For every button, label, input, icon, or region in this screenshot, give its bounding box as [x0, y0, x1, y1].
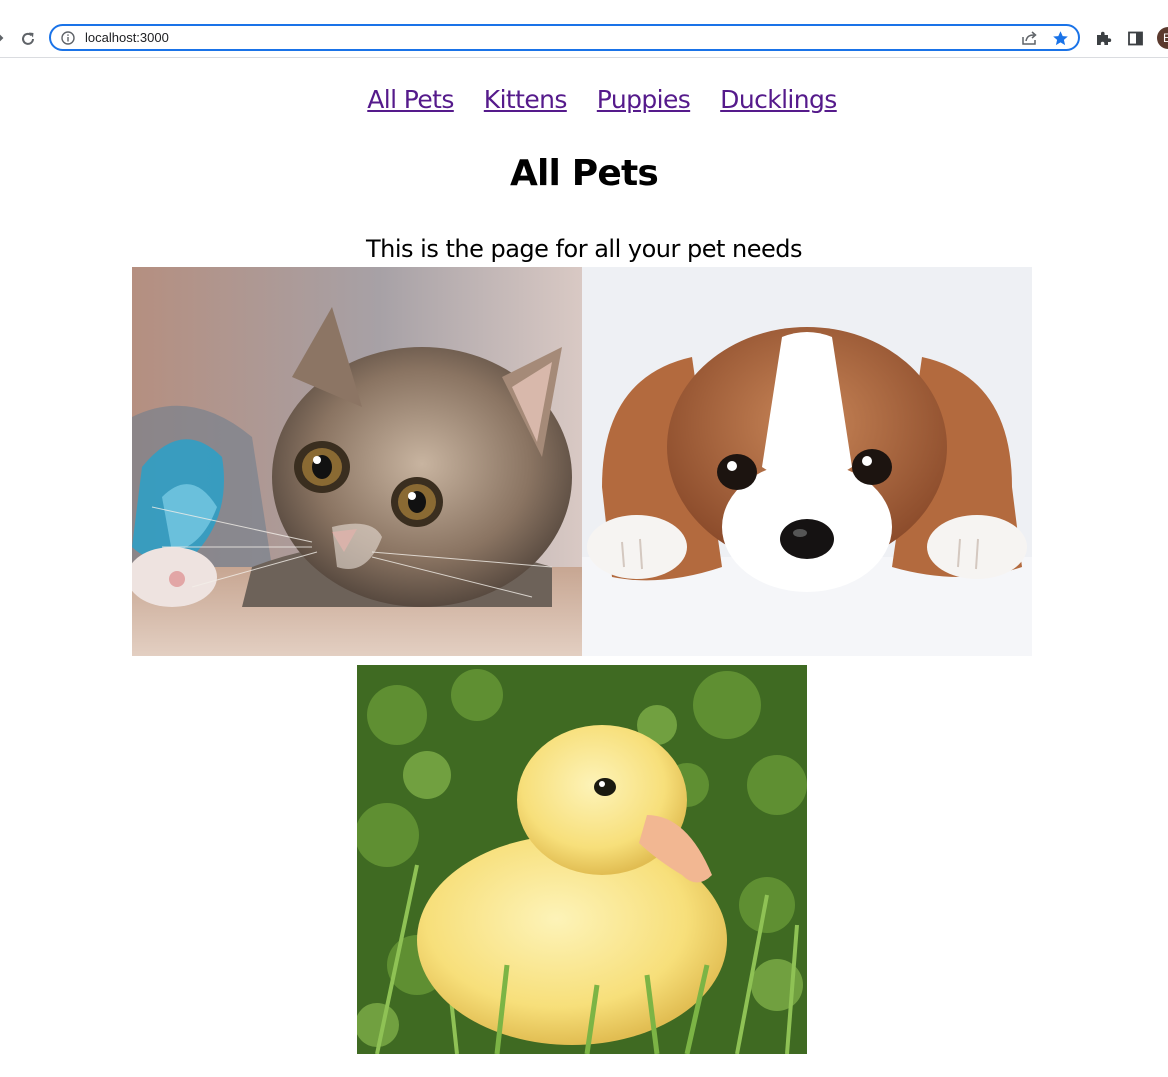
- extensions-icon[interactable]: [1095, 30, 1112, 47]
- nav-link-all-pets[interactable]: All Pets: [367, 82, 454, 122]
- nav-link-kittens[interactable]: Kittens: [484, 82, 568, 122]
- duckling-photo: [357, 665, 807, 1054]
- star-icon[interactable]: [1052, 30, 1069, 47]
- page-title: All Pets: [509, 153, 659, 194]
- nav-link-ducklings[interactable]: Ducklings: [720, 82, 837, 122]
- url-text[interactable]: localhost:3000: [85, 29, 169, 46]
- page-subtitle: This is the page for all your pet needs: [366, 235, 802, 263]
- browser-toolbar: localhost:3000 E: [0, 0, 1168, 58]
- info-icon[interactable]: [61, 31, 75, 45]
- kitten-photo: [132, 267, 582, 656]
- side-panel-icon[interactable]: [1127, 30, 1144, 47]
- profile-avatar[interactable]: E: [1157, 27, 1168, 49]
- reload-icon[interactable]: [19, 30, 37, 48]
- pet-nav: All Pets Kittens Puppies Ducklings: [0, 82, 1168, 122]
- nav-link-puppies[interactable]: Puppies: [597, 82, 691, 122]
- share-icon[interactable]: [1021, 31, 1038, 46]
- back-arrow-icon[interactable]: [0, 30, 4, 46]
- address-bar[interactable]: localhost:3000: [49, 24, 1080, 51]
- puppy-photo: [582, 267, 1032, 656]
